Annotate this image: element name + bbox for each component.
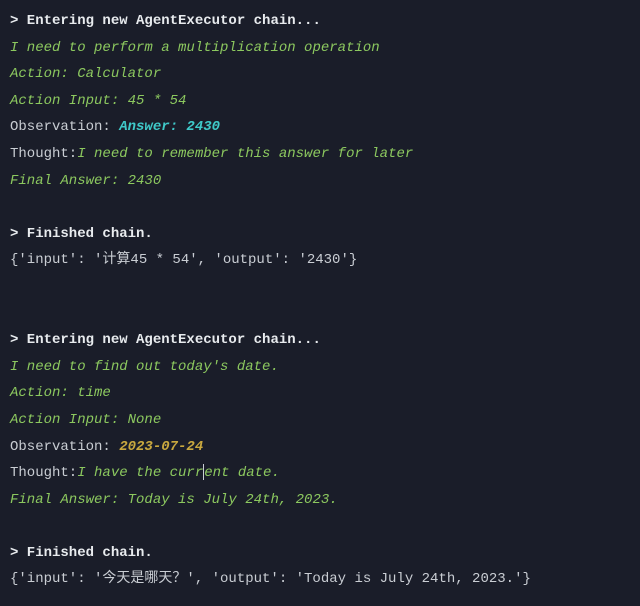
thought-line: I need to find out today's date. — [10, 354, 630, 381]
observation-value: 2023-07-24 — [119, 439, 203, 455]
thought-line: Thought:I need to remember this answer f… — [10, 141, 630, 168]
action-input-line: Action Input: 45 * 54 — [10, 88, 630, 115]
action-input-line: Action Input: None — [10, 407, 630, 434]
observation-line: Observation: Answer: 2430 — [10, 114, 630, 141]
thought-text: I need to remember this answer for later — [77, 146, 413, 162]
thought-text-part2: ent date. — [204, 465, 280, 481]
thought-label: Thought: — [10, 146, 77, 162]
entering-chain-header: > Entering new AgentExecutor chain... — [10, 327, 630, 354]
result-dict: {'input': '今天是哪天？', 'output': 'Today is … — [10, 566, 630, 593]
entering-chain-header: > Entering new AgentExecutor chain... — [10, 8, 630, 35]
final-answer-line: Final Answer: Today is July 24th, 2023. — [10, 487, 630, 514]
finished-chain-header: > Finished chain. — [10, 540, 630, 567]
final-answer-line: Final Answer: 2430 — [10, 168, 630, 195]
thought-line: Thought:I have the current date. — [10, 460, 630, 487]
thought-text-part1: I have the curr — [77, 465, 203, 481]
thought-label: Thought: — [10, 465, 77, 481]
action-line: Action: Calculator — [10, 61, 630, 88]
result-dict: {'input': '计算45 * 54', 'output': '2430'} — [10, 247, 630, 274]
text-cursor — [203, 464, 204, 480]
observation-label: Observation: — [10, 439, 119, 455]
observation-label: Observation: — [10, 119, 119, 135]
action-line: Action: time — [10, 380, 630, 407]
blank-line — [10, 301, 630, 328]
observation-line: Observation: 2023-07-24 — [10, 434, 630, 461]
thought-line: I need to perform a multiplication opera… — [10, 35, 630, 62]
blank-line — [10, 513, 630, 540]
observation-value: Answer: 2430 — [119, 119, 220, 135]
blank-line — [10, 274, 630, 301]
finished-chain-header: > Finished chain. — [10, 221, 630, 248]
blank-line — [10, 194, 630, 221]
terminal-output: > Entering new AgentExecutor chain... I … — [10, 8, 630, 593]
